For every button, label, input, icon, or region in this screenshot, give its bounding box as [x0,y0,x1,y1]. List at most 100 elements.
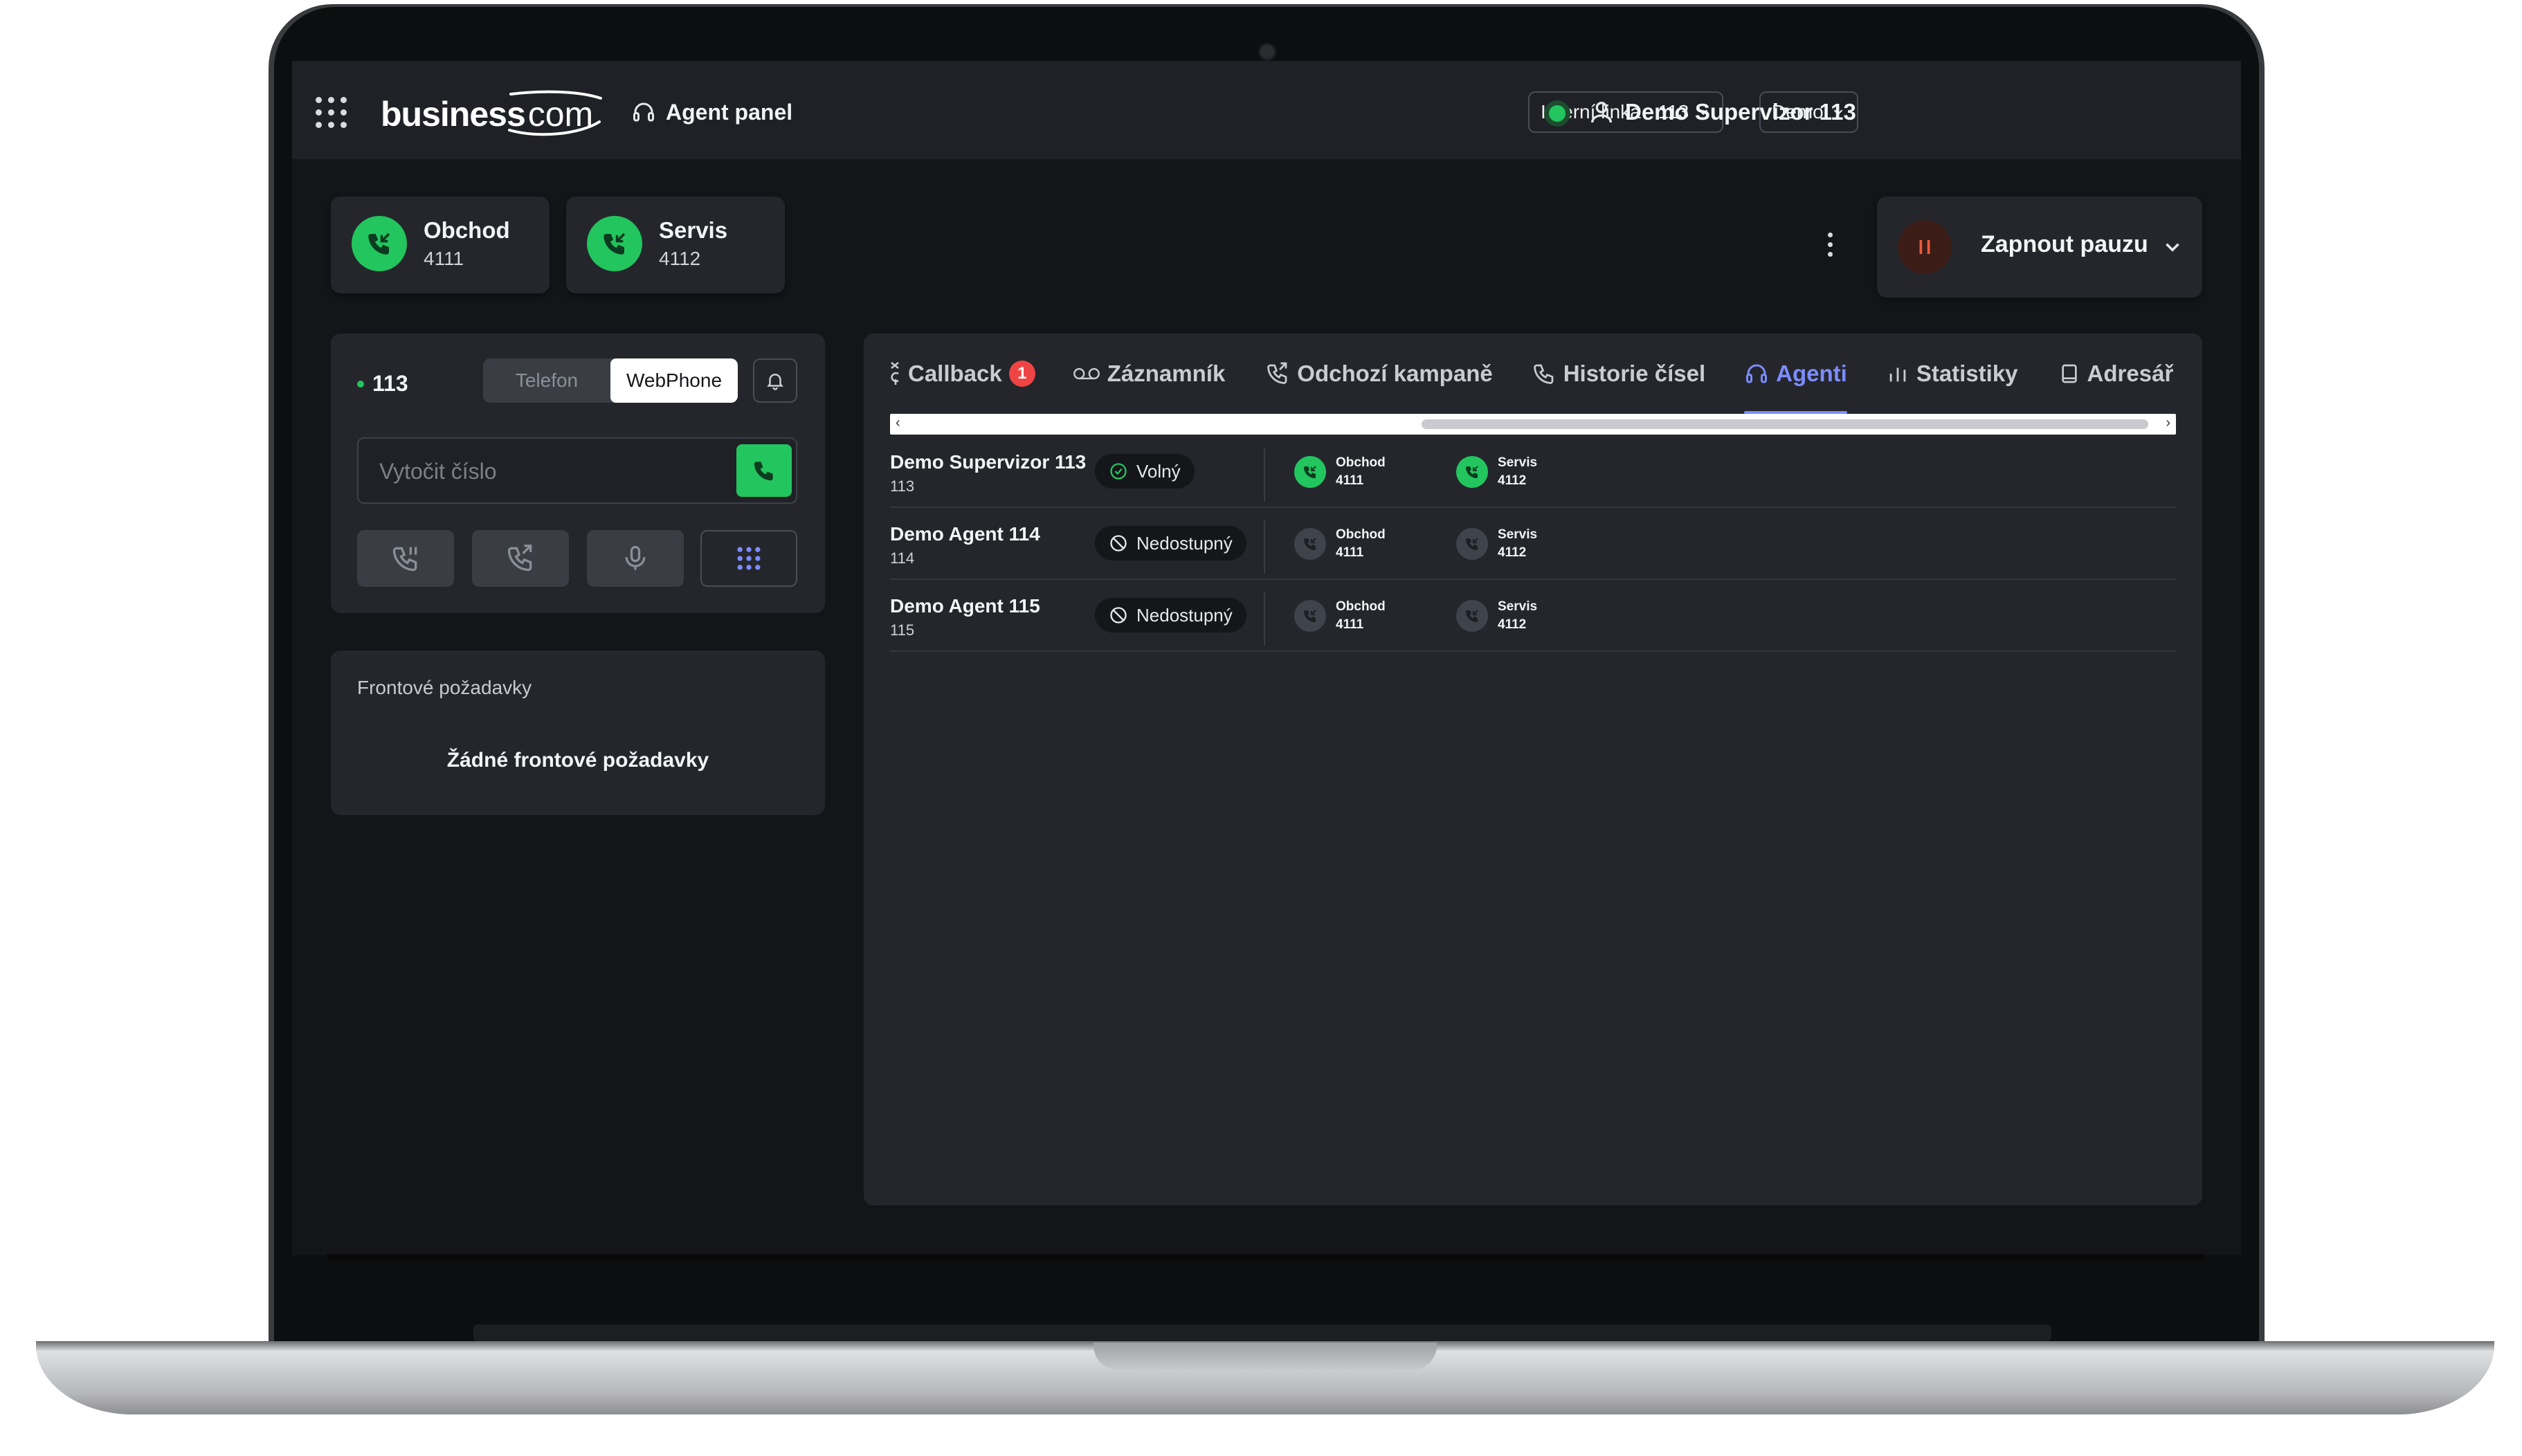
extension-status-dot [357,380,364,388]
outgoing-call-icon [1267,362,1287,384]
notification-bell-icon[interactable] [753,358,797,403]
incoming-call-icon [352,216,407,271]
tab-label: Odchozí kampaně [1297,361,1493,386]
agent-status: Nedostupný [1136,532,1233,554]
user-icon [1591,102,1612,123]
agent-status-badge: Volný [1095,454,1195,489]
tab-label: Statistiky [1916,361,2018,386]
pause-label: Zapnout pauzu [1981,231,2148,257]
camera [1258,43,1276,61]
agent-name: Demo Agent 114 [890,523,1040,545]
tab-label: Callback [908,361,1002,386]
chevron-down-icon[interactable] [2161,235,2184,259]
laptop-notch [1094,1343,1437,1370]
queue-number: 4111 [1336,545,1364,560]
mode-webphone[interactable]: WebPhone [610,358,738,403]
tab-agenti[interactable]: Agenti [1744,353,1847,414]
check-circle-icon [1110,463,1127,480]
queue-requests-title: Frontové požadavky [357,677,532,698]
incoming-call-icon [1294,456,1326,488]
agent-queue-obchod[interactable]: Obchod 4111 [1294,526,1386,562]
tab-label: Záznamník [1107,361,1226,386]
agent-queue-servis[interactable]: Servis 4112 [1456,454,1537,490]
agent-row[interactable]: Demo Supervizor 113 113 Volný Obchod 4111… [890,436,2176,508]
tab-odchozi-kampane[interactable]: Odchozí kampaně [1265,353,1493,394]
extension-indicator: 113 [357,371,408,397]
tab-historie-cisel[interactable]: Historie čísel [1532,353,1705,394]
queue-name: Servis [1498,455,1538,470]
logo-swoosh-icon [508,90,602,136]
incoming-call-icon [1456,456,1488,488]
scroll-right-arrow-icon[interactable]: › [2166,415,2170,431]
incoming-call-icon [1294,528,1326,560]
queue-number: 4111 [1336,473,1364,488]
queue-requests-panel: Frontové požadavky Žádné frontové požada… [331,650,825,815]
agent-panel-label: Agent panel [666,99,793,125]
scrollbar-thumb[interactable] [1422,419,2148,429]
top-bar: business com Agent panel Interní linka -… [292,61,2241,159]
agent-queue-servis[interactable]: Servis 4112 [1456,598,1537,634]
queue-name: Obchod [1336,599,1386,614]
user-name: Demo Supervizor 113 [1625,99,1856,125]
dial-field [357,437,797,504]
divider [1264,592,1265,645]
tab-zaznamnik[interactable]: Záznamník [1073,353,1226,394]
agent-extension: 114 [890,549,915,567]
queue-card-servis[interactable]: Servis 4112 [566,197,785,293]
agent-status: Nedostupný [1136,604,1233,626]
mode-telefon[interactable]: Telefon [483,358,610,403]
call-button[interactable] [736,444,792,497]
agent-row[interactable]: Demo Agent 114 114 Nedostupný Obchod 4111… [890,508,2176,580]
divider [1264,520,1265,573]
user-menu[interactable]: Demo Supervizor 113 [1588,94,1856,130]
apps-grid-icon[interactable] [316,97,347,129]
agent-name: Demo Agent 115 [890,595,1040,617]
agent-extension: 115 [890,621,915,639]
queue-name: Servis [1498,599,1538,614]
phone-icon [754,462,773,481]
queue-name: Obchod [424,217,510,243]
headset-icon [633,102,654,122]
horizontal-scrollbar[interactable]: ‹ › [890,414,2176,435]
queue-number: 4112 [659,248,701,269]
transfer-call-icon [507,545,532,572]
agent-queue-obchod[interactable]: Obchod 4111 [1294,598,1386,634]
agent-queue-servis[interactable]: Servis 4112 [1456,526,1537,562]
hold-call-button[interactable] [357,530,454,587]
scroll-left-arrow-icon[interactable]: ‹ [896,415,900,431]
transfer-call-button[interactable] [472,530,569,587]
callback-count-badge: 1 [1008,361,1035,387]
dialpad-button[interactable] [700,530,797,587]
tab-label: Agenti [1776,361,1847,386]
online-status-dot[interactable] [1549,105,1566,122]
hold-call-icon [392,547,417,572]
extension-number: 113 [372,371,408,396]
agent-name: Demo Supervizor 113 [890,451,1087,473]
phone-panel: 113 Telefon WebPhone [331,334,825,613]
unavailable-icon [1110,607,1127,624]
queue-number: 4112 [1498,617,1527,632]
queue-name: Servis [1498,527,1538,542]
voicemail-icon [1073,367,1100,380]
queue-card-obchod[interactable]: Obchod 4111 [331,197,550,293]
phone-mode-toggle[interactable]: Telefon WebPhone [483,358,738,403]
book-icon [2061,364,2077,383]
queue-number: 4112 [1498,545,1527,560]
incoming-call-icon [1294,600,1326,632]
agent-row[interactable]: Demo Agent 115 115 Nedostupný Obchod 4111… [890,580,2176,652]
agent-extension: 113 [890,477,915,495]
dial-number-input[interactable] [378,455,713,487]
pause-button[interactable]: Zapnout pauzu [1877,197,2202,298]
main-panel: Callback 1 Záznamník Odchozí kampaně His… [864,334,2202,1205]
agent-status-badge: Nedostupný [1095,526,1246,561]
mute-button[interactable] [587,530,684,587]
tab-callback[interactable]: Callback 1 [890,353,1035,394]
queue-number: 4112 [1498,473,1527,488]
tab-statistiky[interactable]: Statistiky [1886,353,2018,394]
more-options-icon[interactable] [1826,233,1834,260]
tab-adresar[interactable]: Adresář [2058,353,2173,394]
agent-panel-title: Agent panel [631,97,792,127]
business-com-logo[interactable]: business com [381,86,602,136]
queue-number: 4111 [1336,617,1364,632]
agent-queue-obchod[interactable]: Obchod 4111 [1294,454,1386,490]
